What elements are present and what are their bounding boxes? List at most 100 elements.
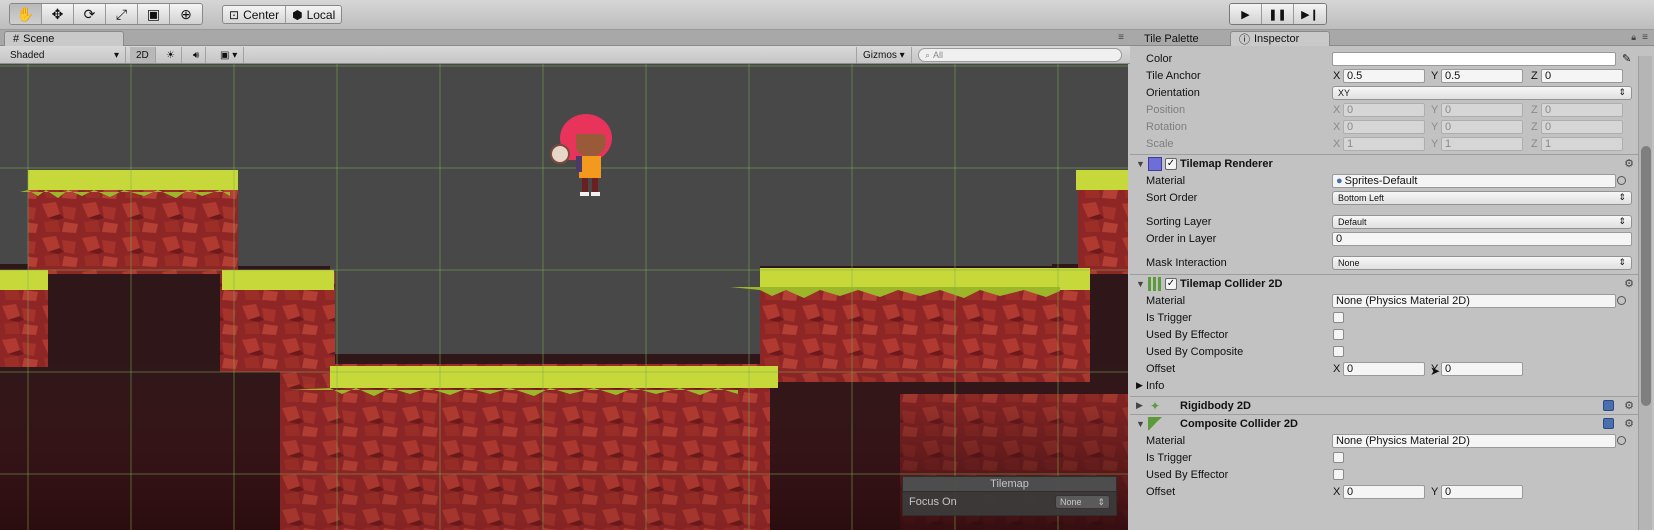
tilemap-collider-header[interactable]: ▼ ✓ Tilemap Collider 2D ⚙ <box>1130 274 1638 292</box>
cc-is-trigger-checkbox[interactable] <box>1333 452 1344 463</box>
material-sphere-icon: ● <box>1336 174 1343 187</box>
tc-material-row: Material None (Physics Material 2D) <box>1130 292 1638 309</box>
panel-menu-icon[interactable]: ≡ <box>1118 32 1124 43</box>
focus-on-dropdown[interactable]: None ⇕ <box>1055 495 1110 509</box>
color-field[interactable] <box>1332 51 1616 66</box>
foldout-arrow-icon[interactable]: ▼ <box>1136 279 1145 289</box>
cc-material-row: Material None (Physics Material 2D) <box>1130 432 1638 449</box>
cc-offset-row: Offset X 0 Y 0 <box>1130 483 1638 500</box>
rect-tool-icon[interactable]: ▣ <box>138 4 170 24</box>
effects-dropdown-icon[interactable]: ▣ ▾ <box>214 47 245 63</box>
pivot-icon: ⊡ <box>229 7 240 22</box>
cc-material-field[interactable]: None (Physics Material 2D) <box>1332 433 1616 448</box>
audio-toggle-icon[interactable]: 🔊︎ <box>187 47 207 63</box>
gear-icon[interactable]: ⚙ <box>1624 157 1634 170</box>
inspector-scrollbar[interactable] <box>1638 56 1652 530</box>
order-in-layer-row: Order in Layer 0 <box>1130 230 1638 247</box>
composite-collider-header[interactable]: ▼ Composite Collider 2D ⚙ <box>1130 414 1638 432</box>
mode-2d-toggle[interactable]: 2D <box>130 47 156 63</box>
transform-tools: ✋ ✥ ⟳ ⤢ ▣ ⊕ <box>9 3 203 25</box>
cc-offset-x-field[interactable]: 0 <box>1343 484 1425 499</box>
tc-offset-y-field[interactable]: 0 <box>1441 361 1523 376</box>
scale-tool-icon[interactable]: ⤢ <box>106 4 138 24</box>
tab-tile-palette[interactable]: Tile Palette <box>1136 31 1207 46</box>
gear-icon[interactable]: ⚙ <box>1624 277 1634 290</box>
eyedropper-icon[interactable]: ✎ <box>1622 52 1631 65</box>
foldout-arrow-icon[interactable]: ▼ <box>1136 159 1145 169</box>
stepper-arrows-icon: ⇕ <box>1097 496 1105 507</box>
object-picker-icon[interactable] <box>1617 296 1626 305</box>
tc-used-by-effector-row: Used By Effector <box>1130 326 1638 343</box>
tile-anchor-x-field[interactable]: 0.5 <box>1343 68 1425 83</box>
main-toolbar: ✋ ✥ ⟳ ⤢ ▣ ⊕ ⊡ Center ⬢ Local ▶ ❚❚ ▶❙ <box>0 0 1654 30</box>
order-in-layer-field[interactable]: 0 <box>1332 231 1632 246</box>
tr-material-row: Material ● Sprites-Default <box>1130 172 1638 189</box>
tc-info-row[interactable]: ▶ Info <box>1130 377 1638 394</box>
dropdown-arrow-icon: ⇕ <box>1618 87 1626 97</box>
help-book-icon[interactable] <box>1603 400 1614 411</box>
dropdown-arrow-icon: ⇕ <box>1618 216 1626 226</box>
scene-view-toolbar: Shaded ▾ 2D ☀ 🔊︎ ▣ ▾ Gizmos ▾ ⌕ All <box>0 46 1130 64</box>
sorting-layer-row: Sorting Layer Default ⇕ <box>1130 213 1638 230</box>
rotation-row: Rotation X 0 Y 0 Z 0 <box>1130 118 1638 135</box>
gear-icon[interactable]: ⚙ <box>1624 417 1634 430</box>
cc-offset-y-field[interactable]: 0 <box>1441 484 1523 499</box>
tc-is-trigger-checkbox[interactable] <box>1333 312 1344 323</box>
foldout-arrow-icon[interactable]: ▼ <box>1136 419 1145 429</box>
step-icon[interactable]: ▶❙ <box>1294 4 1326 24</box>
scale-x-field: 1 <box>1343 136 1425 151</box>
help-book-icon[interactable] <box>1603 418 1614 429</box>
space-local-button[interactable]: ⬢ Local <box>286 6 341 23</box>
sort-order-dropdown[interactable]: Bottom Left ⇕ <box>1332 190 1632 205</box>
foldout-arrow-icon[interactable]: ▶ <box>1136 400 1143 411</box>
cc-used-by-effector-checkbox[interactable] <box>1333 469 1344 480</box>
gizmos-dropdown[interactable]: Gizmos ▾ <box>856 47 912 63</box>
sorting-layer-dropdown[interactable]: Default ⇕ <box>1332 214 1632 229</box>
focus-on-label: Focus On <box>909 496 957 508</box>
mask-interaction-dropdown[interactable]: None ⇕ <box>1332 255 1632 270</box>
play-icon[interactable]: ▶ <box>1230 4 1262 24</box>
lock-icon[interactable]: 🔒︎ <box>1631 32 1636 43</box>
tc-used-by-effector-checkbox[interactable] <box>1333 329 1344 340</box>
dropdown-arrow-icon: ⇕ <box>1618 192 1626 202</box>
panel-menu-icon[interactable]: ≡ <box>1642 32 1648 43</box>
tab-scene[interactable]: # Scene <box>4 31 124 46</box>
object-picker-icon[interactable] <box>1617 436 1626 445</box>
orientation-dropdown[interactable]: XY ⇕ <box>1332 85 1632 100</box>
composite-collider-icon <box>1148 416 1162 431</box>
scene-search-input[interactable]: ⌕ All <box>918 48 1122 62</box>
hand-tool-icon[interactable]: ✋ <box>10 4 42 24</box>
tile-anchor-z-field[interactable]: 0 <box>1541 68 1623 83</box>
tab-inspector[interactable]: ⓘ Inspector <box>1230 31 1330 46</box>
object-picker-icon[interactable] <box>1617 176 1626 185</box>
shading-mode-dropdown[interactable]: Shaded ▾ <box>4 47 126 63</box>
grid-icon: # <box>13 33 20 45</box>
rigidbody-2d-header[interactable]: ▶ ✦ Rigidbody 2D ⚙ <box>1130 396 1638 414</box>
player-character-sprite[interactable] <box>550 114 612 196</box>
foldout-arrow-icon[interactable]: ▶ <box>1136 380 1143 391</box>
tilemap-collider-enabled-checkbox[interactable]: ✓ <box>1165 277 1177 290</box>
cc-used-by-effector-row: Used By Effector <box>1130 466 1638 483</box>
pivot-center-button[interactable]: ⊡ Center <box>223 6 287 23</box>
tc-offset-x-field[interactable]: 0 <box>1343 361 1425 376</box>
tilemap-renderer-enabled-checkbox[interactable]: ✓ <box>1165 157 1177 170</box>
tc-used-by-composite-checkbox[interactable] <box>1333 346 1344 357</box>
tilemap-renderer-header[interactable]: ▼ ✓ Tilemap Renderer ⚙ <box>1130 154 1638 172</box>
tile-anchor-y-field[interactable]: 0.5 <box>1441 68 1523 83</box>
scrollbar-thumb[interactable] <box>1641 146 1651 406</box>
tr-material-field[interactable]: ● Sprites-Default <box>1332 173 1616 188</box>
mouse-cursor-icon: ➤ <box>1430 364 1441 378</box>
lighting-toggle-icon[interactable]: ☀ <box>160 47 182 63</box>
sort-order-row: Sort Order Bottom Left ⇕ <box>1130 189 1638 206</box>
rigidbody-icon: ✦ <box>1149 398 1161 413</box>
rotate-tool-icon[interactable]: ⟳ <box>74 4 106 24</box>
transform-tool-icon[interactable]: ⊕ <box>170 4 202 24</box>
move-tool-icon[interactable]: ✥ <box>42 4 74 24</box>
scene-viewport[interactable]: Tilemap Focus On None ⇕ <box>0 64 1128 530</box>
overlay-title: Tilemap <box>903 477 1116 492</box>
tc-material-field[interactable]: None (Physics Material 2D) <box>1332 293 1616 308</box>
scale-row: Scale X 1 Y 1 Z 1 <box>1130 135 1638 152</box>
tilemap-renderer-icon <box>1148 156 1162 171</box>
pause-icon[interactable]: ❚❚ <box>1262 4 1294 24</box>
gear-icon[interactable]: ⚙ <box>1624 399 1634 412</box>
